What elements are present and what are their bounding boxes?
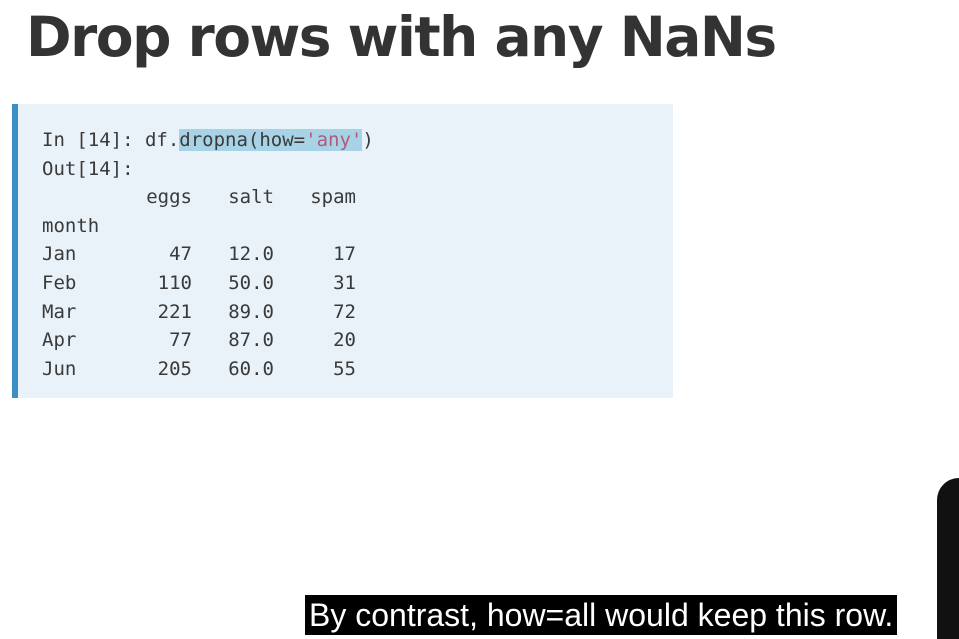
code-content: In [14]: df.dropna(how='any') Out[14]: e…	[42, 126, 374, 383]
cell-eggs: 110	[157, 271, 192, 294]
index-name: month	[42, 214, 100, 237]
cell-spam: 31	[333, 271, 356, 294]
index-name-row: month	[42, 212, 374, 241]
cell-salt: 60.0	[228, 357, 274, 380]
table-row: Jun 205 60.0 55	[42, 355, 374, 384]
cell-eggs: 221	[157, 300, 192, 323]
row-label: Apr	[42, 329, 77, 352]
column-header-spam: spam	[310, 186, 356, 209]
table-row: Mar 221 89.0 72	[42, 298, 374, 327]
cell-spam: 17	[333, 243, 356, 266]
cell-eggs: 77	[169, 329, 192, 352]
cell-salt: 87.0	[228, 329, 274, 352]
cell-salt: 12.0	[228, 243, 274, 266]
row-label: Feb	[42, 271, 77, 294]
method-call: dropna(how=	[179, 129, 306, 151]
column-header-eggs: eggs	[146, 186, 192, 209]
method-argument: 'any'	[305, 129, 363, 151]
cell-spam: 20	[333, 329, 356, 352]
cell-eggs: 47	[169, 243, 192, 266]
row-label: Mar	[42, 300, 77, 323]
selected-code: dropna(how='any'	[179, 129, 363, 151]
table-row: Feb 110 50.0 31	[42, 269, 374, 298]
presenter-silhouette	[937, 478, 959, 639]
cell-salt: 89.0	[228, 300, 274, 323]
table-row: Apr 77 87.0 20	[42, 326, 374, 355]
output-label: Out[14]:	[42, 157, 134, 180]
code-block: In [14]: df.dropna(how='any') Out[14]: e…	[12, 104, 673, 398]
slide-title: Drop rows with any NaNs	[26, 5, 777, 69]
cell-spam: 55	[333, 357, 356, 380]
cell-spam: 72	[333, 300, 356, 323]
call-close: )	[362, 129, 374, 151]
row-label: Jun	[42, 357, 77, 380]
input-line: In [14]: df.dropna(how='any')	[42, 126, 374, 155]
cell-eggs: 205	[157, 357, 192, 380]
table-header-row: eggs salt spam	[42, 183, 374, 212]
column-header-salt: salt	[228, 186, 274, 209]
video-subtitle: By contrast, how=all would keep this row…	[305, 595, 898, 635]
input-prompt: In [14]: df.	[42, 129, 180, 151]
header-index-spacer	[42, 183, 138, 212]
row-label: Jan	[42, 243, 77, 266]
cell-salt: 50.0	[228, 271, 274, 294]
table-row: Jan 47 12.0 17	[42, 240, 374, 269]
